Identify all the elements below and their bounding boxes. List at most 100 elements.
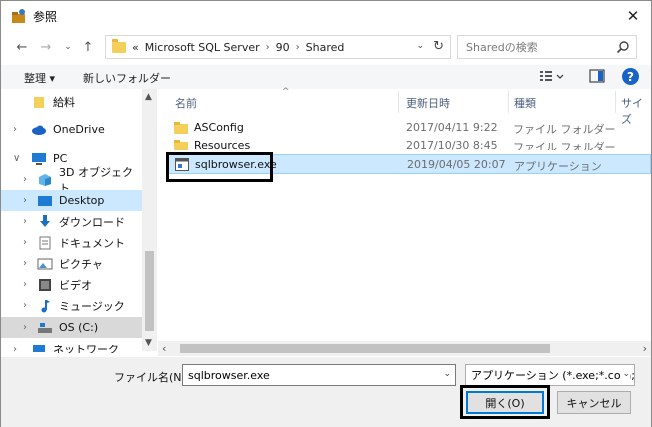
folder-icon (174, 140, 188, 150)
nav-item-3d-objects[interactable]: › 3D オブジェクト (1, 166, 142, 195)
column-divider[interactable] (398, 91, 399, 113)
refresh-icon[interactable]: ↻ (433, 39, 444, 54)
close-icon: ✕ (626, 7, 640, 25)
organize-button[interactable]: 整理 ▾ (24, 70, 55, 86)
expand-arrow-icon[interactable]: › (23, 174, 33, 185)
filename-value[interactable]: sqlbrowser.exe (188, 369, 270, 382)
expand-arrow-icon[interactable]: › (23, 216, 33, 227)
file-date: 2019/04/05 20:07 (407, 158, 506, 171)
nav-item-documents[interactable]: › ドキュメント (1, 232, 142, 253)
application-icon (175, 158, 189, 171)
network-icon (33, 345, 45, 352)
forward-arrow-icon: → (40, 39, 52, 55)
address-dropdown-icon[interactable]: ⌄ (416, 41, 424, 51)
nav-item-label: ドキュメント (59, 236, 125, 250)
filter-value: アプリケーション (*.exe;*.com;*.icd (471, 369, 635, 382)
nav-item-videos[interactable]: › ビデオ (1, 274, 142, 295)
file-type-filter-select[interactable]: アプリケーション (*.exe;*.com;*.icd ⌄ (465, 364, 635, 386)
collapse-arrow-icon[interactable]: ∨ (13, 153, 23, 164)
help-icon[interactable]: ? (622, 68, 639, 85)
new-folder-button[interactable]: 新しいフォルダー (83, 70, 171, 86)
breadcrumb-separator[interactable]: › (296, 42, 300, 53)
sort-caret-icon: ^ (282, 87, 290, 97)
search-box[interactable]: Sharedの検索 (457, 35, 637, 59)
chevron-down-icon[interactable]: ⌄ (443, 369, 451, 379)
up-button[interactable]: ↑ (79, 38, 97, 56)
file-name: Resources (194, 139, 251, 150)
nav-item-pictures[interactable]: › ピクチャ (1, 253, 142, 274)
column-divider[interactable] (615, 91, 616, 113)
expand-arrow-icon[interactable]: › (23, 300, 33, 311)
nav-item-label: ネットワーク (53, 345, 119, 353)
file-type: ファイル フォルダー (513, 141, 616, 150)
nav-item-label: ビデオ (59, 278, 92, 292)
expand-arrow-icon[interactable]: › (23, 195, 33, 206)
address-bar[interactable]: « Microsoft SQL Server › 90 › Shared ⌄ ↻ (105, 35, 451, 59)
document-icon (39, 236, 51, 249)
breadcrumb-overflow[interactable]: « (132, 41, 139, 54)
file-list-horizontal-scrollbar[interactable]: ‹ › (158, 341, 651, 356)
nav-item-label: ダウンロード (59, 215, 125, 229)
breadcrumb-90[interactable]: 90 (276, 41, 290, 54)
preview-pane-icon[interactable] (589, 69, 605, 83)
expand-arrow-icon[interactable]: › (13, 124, 23, 135)
forward-button[interactable]: → (37, 38, 55, 56)
scrollbar-thumb[interactable] (180, 344, 550, 353)
nav-item-music[interactable]: › ミュージック (1, 295, 142, 316)
breadcrumb-shared[interactable]: Shared (306, 41, 345, 54)
title-bar: 参照 ✕ (1, 1, 651, 31)
scroll-up-icon[interactable]: ▲ (145, 92, 152, 102)
column-header-type[interactable]: 種類 (514, 95, 536, 111)
nav-item-os-c[interactable]: › OS (C:) (1, 317, 142, 338)
folder-icon (174, 122, 188, 134)
nav-item-label: 給料 (53, 95, 75, 109)
expand-arrow-icon[interactable]: › (23, 279, 33, 290)
breadcrumb-separator[interactable]: › (266, 42, 270, 53)
column-divider[interactable] (508, 91, 509, 113)
address-row: ← → ⌄ ↑ « Microsoft SQL Server › 90 › Sh… (1, 35, 651, 61)
file-list: 名前 ^ 更新日時 種類 サイズ ASConfig 2017/04/11 9:2… (158, 87, 651, 341)
open-button[interactable]: 開く(O) (466, 391, 544, 414)
browse-folder-icon (12, 9, 25, 23)
nav-item-network[interactable]: › ネットワーク (1, 345, 142, 353)
cancel-button[interactable]: キャンセル (557, 391, 631, 414)
folder-icon (112, 38, 126, 53)
nav-item-downloads[interactable]: › ダウンロード (1, 211, 142, 232)
scrollbar-thumb[interactable] (145, 251, 154, 331)
search-icon (616, 41, 629, 54)
view-options-icon[interactable] (539, 69, 565, 83)
nav-vertical-scrollbar[interactable]: ▲ ▼ (142, 89, 157, 351)
filename-input[interactable]: sqlbrowser.exe ⌄ (182, 364, 456, 386)
column-header-date[interactable]: 更新日時 (406, 95, 450, 111)
close-button[interactable]: ✕ (623, 7, 643, 25)
expand-arrow-icon[interactable]: › (23, 237, 33, 248)
nav-item-label: OS (C:) (59, 321, 99, 334)
file-date: 2017/04/11 9:22 (406, 121, 498, 134)
cube-icon (39, 173, 51, 186)
column-header-name[interactable]: 名前 (175, 95, 197, 111)
nav-item-onedrive[interactable]: › OneDrive (1, 119, 142, 140)
chevron-down-icon[interactable]: ⌄ (620, 369, 630, 379)
nav-item-label: ミュージック (59, 299, 125, 313)
expand-arrow-icon[interactable]: › (23, 258, 33, 269)
nav-item-desktop[interactable]: › Desktop (1, 190, 142, 211)
file-type: アプリケーション (514, 160, 602, 173)
nav-item-label: ピクチャ (59, 257, 103, 271)
file-date: 2017/10/30 8:45 (406, 139, 498, 150)
scroll-left-icon[interactable]: ‹ (162, 342, 166, 355)
expand-arrow-icon[interactable]: › (13, 345, 23, 353)
back-arrow-icon: ← (16, 39, 28, 55)
expand-arrow-icon[interactable]: › (23, 322, 33, 333)
scroll-down-icon[interactable]: ▼ (145, 338, 152, 348)
scroll-right-icon[interactable]: › (643, 342, 647, 355)
file-type: ファイル フォルダー (513, 123, 616, 136)
window-title: 参照 (33, 9, 58, 24)
up-arrow-icon: ↑ (82, 39, 94, 55)
file-row[interactable]: ASConfig 2017/04/11 9:22 ファイル フォルダー (166, 118, 651, 138)
back-button[interactable]: ← (13, 38, 31, 56)
recent-locations-button[interactable]: ⌄ (59, 38, 77, 56)
file-row-selected[interactable]: sqlbrowser.exe 2019/04/05 20:07 アプリケーション (166, 154, 651, 174)
nav-item-salary[interactable]: 給料 (1, 91, 142, 112)
breadcrumb-sqlserver[interactable]: Microsoft SQL Server (145, 41, 260, 54)
file-row[interactable]: Resources 2017/10/30 8:45 ファイル フォルダー (166, 136, 651, 150)
